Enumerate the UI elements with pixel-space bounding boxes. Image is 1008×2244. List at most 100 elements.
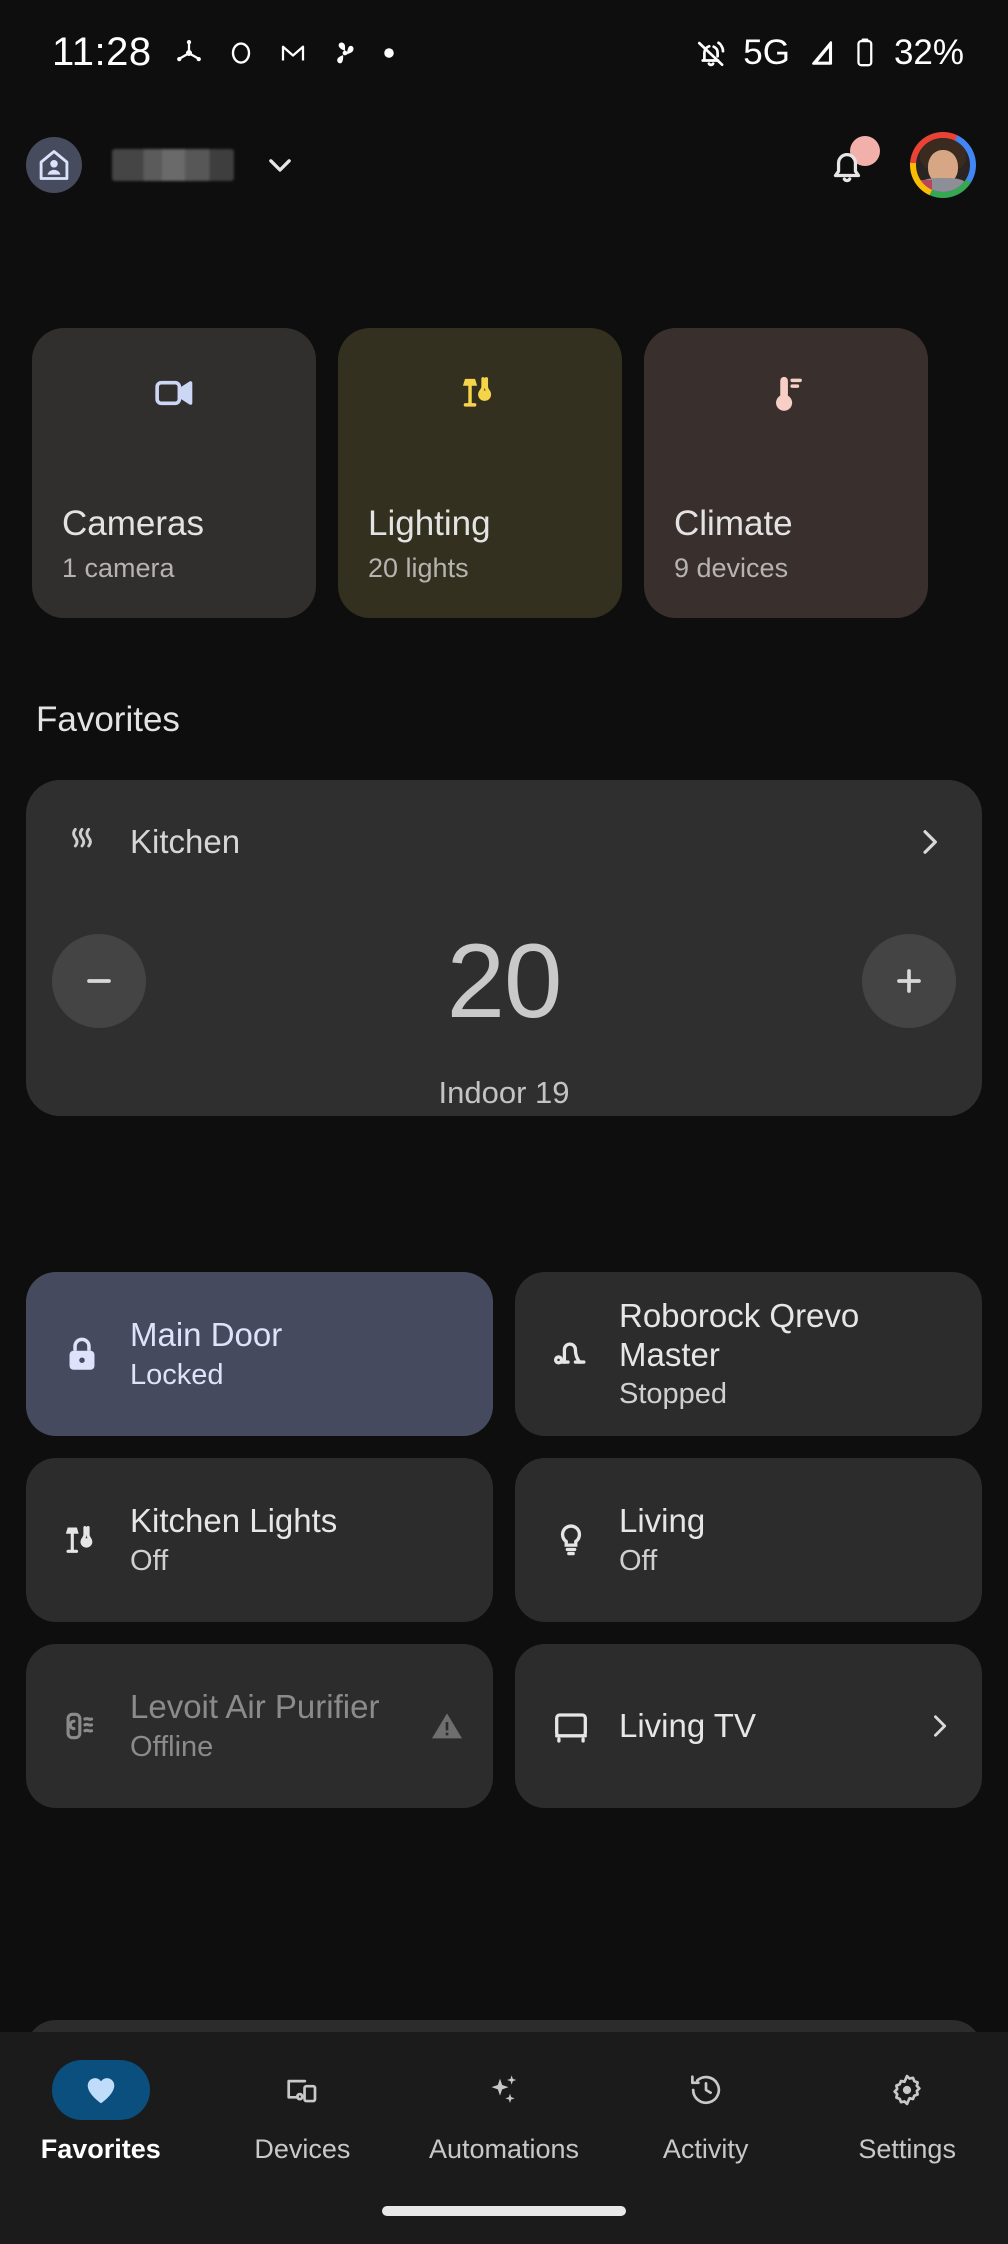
nav-label: Settings — [858, 2134, 956, 2164]
temperature-decrease-button[interactable] — [52, 934, 146, 1028]
category-subtitle: 9 devices — [674, 553, 789, 583]
nav-label: Devices — [254, 2134, 351, 2164]
device-name: Kitchen Lights — [130, 1502, 338, 1540]
category-text-lighting: Lighting 20 lights — [368, 503, 592, 585]
device-tile-living-tv[interactable]: Living TV — [515, 1644, 982, 1808]
heart-icon — [82, 2071, 120, 2109]
devices-icon — [283, 2071, 321, 2109]
device-tile-text: Main Door Locked — [130, 1316, 467, 1392]
chevron-right-icon[interactable] — [910, 823, 948, 861]
device-tile-text: Roborock Qrevo Master Stopped — [619, 1297, 956, 1412]
thermostat-header[interactable]: Kitchen — [26, 814, 982, 870]
vacuum-icon — [545, 1332, 597, 1376]
device-state: Off — [619, 1544, 658, 1577]
gesture-bar — [382, 2206, 626, 2216]
device-state: Locked — [130, 1358, 224, 1391]
fan-icon — [330, 38, 360, 68]
avatar-photo — [916, 138, 970, 192]
nav-label: Automations — [428, 2134, 580, 2164]
device-name: Roborock Qrevo Master — [619, 1296, 860, 1373]
signal-icon — [804, 36, 838, 70]
nav-item-activity[interactable]: Activity — [605, 2060, 807, 2165]
dot-icon — [382, 46, 396, 60]
nav-label: Favorites — [40, 2134, 161, 2164]
chevron-right-icon[interactable] — [922, 1709, 956, 1743]
device-tile-main-door[interactable]: Main Door Locked — [26, 1272, 493, 1436]
ring-silent-icon — [693, 35, 729, 71]
lamp-icon — [56, 1518, 108, 1562]
nav-item-automations[interactable]: Automations — [403, 2060, 605, 2165]
app-screen: 11:28 5G 32% Cameras 1 camera Lighting 2… — [0, 0, 1008, 2244]
nav-label: Activity — [662, 2134, 749, 2164]
category-subtitle: 20 lights — [368, 553, 469, 583]
nav-pill — [253, 2060, 351, 2120]
indoor-temperature: Indoor 19 — [438, 1075, 570, 1110]
category-title: Cameras — [62, 503, 204, 543]
chevron-down-icon[interactable] — [260, 145, 300, 185]
favorites-device-grid: Main Door Locked Roborock Qrevo Master S… — [26, 1272, 982, 1808]
category-cards: Cameras 1 camera Lighting 20 lights Clim… — [32, 328, 1008, 618]
status-time: 11:28 — [52, 30, 152, 74]
category-card-climate[interactable]: Climate 9 devices — [644, 328, 928, 618]
device-tile-text: Kitchen Lights Off — [130, 1502, 467, 1578]
heat-waves-icon — [62, 822, 102, 862]
nav-pill — [858, 2060, 956, 2120]
category-text-climate: Climate 9 devices — [674, 503, 898, 585]
device-tile-kitchen-lights[interactable]: Kitchen Lights Off — [26, 1458, 493, 1622]
status-bar: 11:28 5G 32% — [0, 0, 1008, 105]
category-card-lighting[interactable]: Lighting 20 lights — [338, 328, 622, 618]
thermostat-card-wrapper: Kitchen 20 Indoor 19 — [26, 780, 982, 1116]
device-name: Living TV — [619, 1706, 756, 1744]
app-header — [0, 120, 1008, 210]
sparkle-icon — [484, 2070, 524, 2110]
lock-icon — [56, 1332, 108, 1376]
section-title-favorites: Favorites — [36, 700, 180, 739]
battery-icon — [852, 36, 878, 70]
thermostat-name: Kitchen — [130, 823, 241, 860]
gmail-icon — [278, 38, 308, 68]
device-tile-text: Living Off — [619, 1502, 956, 1578]
home-name-redacted[interactable] — [112, 149, 234, 181]
nav-pill — [51, 2060, 150, 2120]
network-type: 5G — [743, 32, 790, 72]
temperature-increase-button[interactable] — [861, 934, 956, 1028]
category-subtitle: 1 camera — [62, 553, 175, 583]
device-tile-living[interactable]: Living Off — [515, 1458, 982, 1622]
thermostat-controls: 20 — [26, 906, 982, 1056]
device-state: Off — [130, 1544, 169, 1577]
nav-pill — [657, 2060, 755, 2120]
category-title: Climate — [674, 503, 793, 543]
lamp-icon — [368, 370, 592, 416]
thermostat-icon — [674, 370, 898, 416]
category-title: Lighting — [368, 503, 491, 543]
nav-pill — [455, 2060, 553, 2120]
device-tile-text: Levoit Air Purifier Offline — [130, 1688, 405, 1764]
status-bar-left: 11:28 — [52, 30, 396, 75]
nav-item-favorites[interactable]: Favorites — [0, 2060, 202, 2165]
device-name: Main Door — [130, 1316, 283, 1354]
category-card-cameras[interactable]: Cameras 1 camera — [32, 328, 316, 618]
avatar[interactable] — [910, 132, 976, 198]
device-tile-roborock-qrevo-master[interactable]: Roborock Qrevo Master Stopped — [515, 1272, 982, 1436]
circle-icon — [226, 38, 256, 68]
device-name: Living — [619, 1502, 706, 1540]
air-purifier-icon — [56, 1704, 108, 1748]
status-bar-right: 5G 32% — [693, 33, 964, 73]
gear-icon — [888, 2071, 926, 2109]
bulb-icon — [545, 1518, 597, 1562]
camera-icon — [62, 370, 286, 416]
device-tile-text: Living TV — [619, 1707, 900, 1746]
snowflake-icon — [174, 38, 204, 68]
device-state: Stopped — [619, 1378, 728, 1411]
home-person-icon[interactable] — [26, 137, 82, 193]
device-tile-levoit-air-purifier[interactable]: Levoit Air Purifier Offline — [26, 1644, 493, 1808]
history-icon — [687, 2071, 725, 2109]
device-name: Levoit Air Purifier — [130, 1688, 380, 1726]
warning-icon — [427, 1706, 467, 1746]
battery-percent: 32% — [893, 32, 964, 72]
device-state: Offline — [130, 1730, 214, 1763]
tv-icon — [545, 1704, 597, 1748]
nav-item-devices[interactable]: Devices — [202, 2060, 404, 2165]
notifications-button[interactable] — [820, 136, 880, 192]
nav-item-settings[interactable]: Settings — [806, 2060, 1008, 2165]
